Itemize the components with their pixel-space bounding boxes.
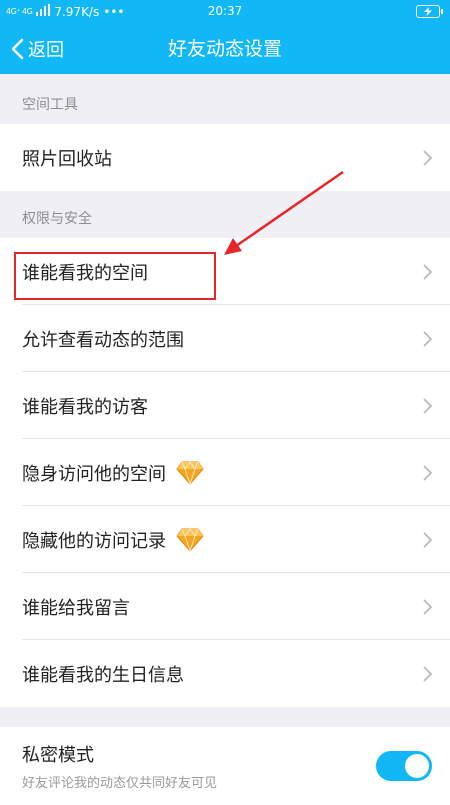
menu-item-who-can-see-visitors[interactable]: 谁能看我的访客 <box>0 372 450 439</box>
menu-item-label: 隐身访问他的空间 <box>22 463 166 485</box>
page-title: 好友动态设置 <box>167 38 282 60</box>
chevron-right-icon <box>423 330 432 347</box>
menu-item-photo-recycle[interactable]: 照片回收站 <box>0 124 450 191</box>
chevron-right-icon <box>423 149 432 166</box>
chevron-right-icon <box>423 665 432 682</box>
menu-item-label: 谁能看我的生日信息 <box>22 664 184 686</box>
chevron-right-icon <box>423 598 432 615</box>
menu-item-label: 照片回收站 <box>22 148 112 170</box>
section-header-space-tools: 空间工具 <box>22 97 78 113</box>
menu-item-feed-visibility-range[interactable]: 允许查看动态的范围 <box>0 305 450 372</box>
annotation-highlight-box <box>14 252 216 300</box>
menu-item-label: 谁能给我留言 <box>22 597 130 619</box>
private-mode-toggle[interactable] <box>376 751 432 781</box>
section-header-privacy: 权限与安全 <box>22 211 92 227</box>
menu-item-hide-visit-record[interactable]: 隐藏他的访问记录 <box>0 506 450 573</box>
clock: 20:37 <box>207 4 243 18</box>
chevron-right-icon <box>423 464 432 481</box>
private-mode-row: 私密模式 好友评论我的动态仅共同好友可见 <box>0 727 450 805</box>
menu-item-label: 隐藏他的访问记录 <box>22 530 166 552</box>
chevron-right-icon <box>423 397 432 414</box>
menu-item-label: 允许查看动态的范围 <box>22 329 184 351</box>
vip-diamond-icon <box>176 460 204 485</box>
battery-icon <box>416 5 443 18</box>
menu-item-label: 谁能看我的访客 <box>22 396 148 418</box>
chevron-right-icon <box>423 531 432 548</box>
menu-item-who-can-see-birthday[interactable]: 谁能看我的生日信息 <box>0 640 450 707</box>
menu-item-who-can-leave-message[interactable]: 谁能给我留言 <box>0 573 450 640</box>
vip-diamond-icon <box>176 527 204 552</box>
menu-item-invisible-visit[interactable]: 隐身访问他的空间 <box>0 439 450 506</box>
status-bar: 4G⁺ 4G 7.97K/s ••• 20:37 <box>0 0 450 24</box>
nav-bar: 返回 好友动态设置 <box>0 24 450 74</box>
chevron-right-icon <box>423 263 432 280</box>
toggle-knob <box>405 754 429 778</box>
private-mode-description: 好友评论我的动态仅共同好友可见 <box>22 776 218 791</box>
private-mode-label: 私密模式 <box>22 745 94 766</box>
